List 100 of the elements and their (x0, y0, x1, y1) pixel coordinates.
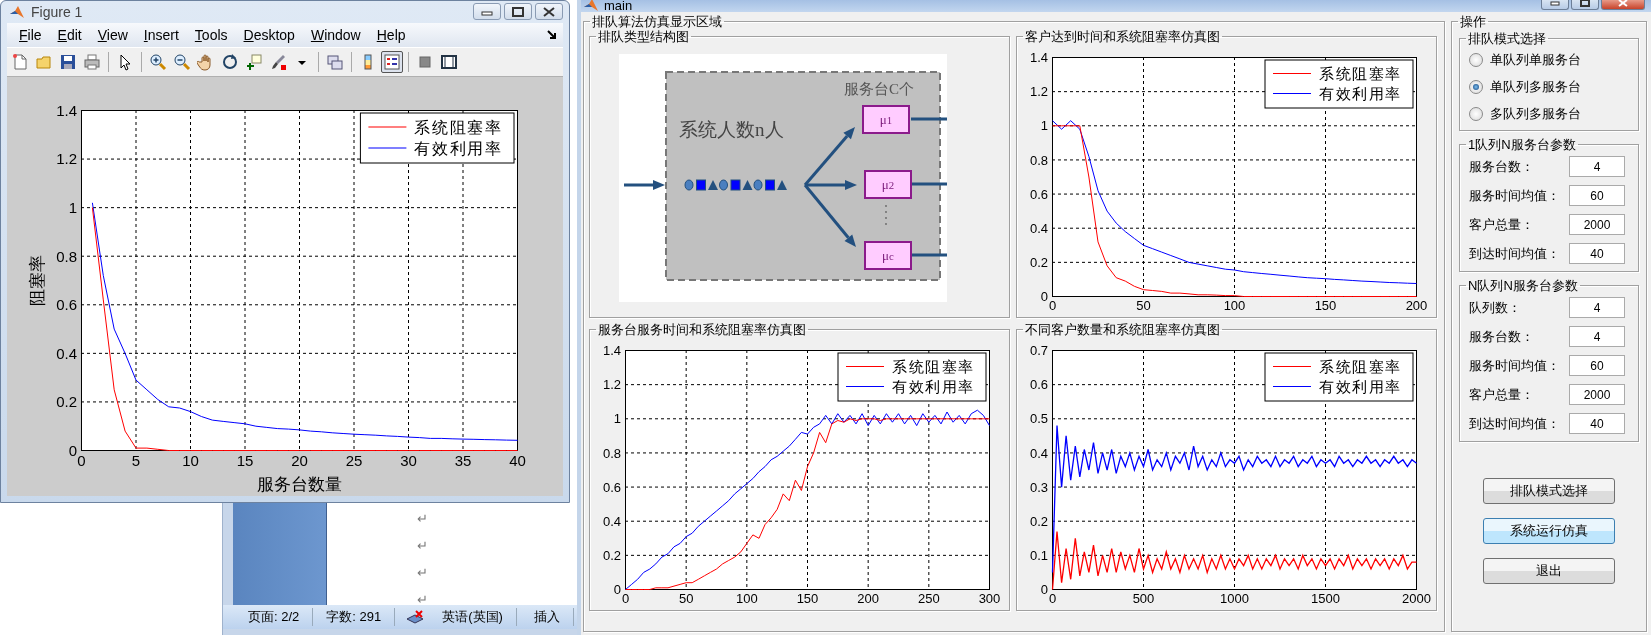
maximize-icon (512, 6, 524, 17)
maximize-button[interactable] (504, 3, 532, 20)
tick-label: 0.8 (602, 445, 621, 461)
legend-icon[interactable] (381, 51, 403, 73)
input-field[interactable]: 4 (1569, 156, 1625, 177)
tick-label: 0.4 (1029, 220, 1048, 236)
menu-item[interactable]: Tools (186, 27, 236, 43)
input-field[interactable]: 60 (1569, 185, 1625, 206)
input-field[interactable]: 4 (1569, 326, 1625, 347)
field-label: 到达时间均值： (1469, 244, 1561, 263)
tick-label: 5 (131, 452, 141, 469)
tick-label: 1 (1040, 118, 1048, 134)
input-field[interactable]: 40 (1569, 413, 1625, 434)
tick-label: 30 (400, 452, 417, 469)
app-icon (583, 0, 599, 12)
option-label: 多队列多服务台 (1490, 104, 1581, 123)
tick-label: 35 (454, 452, 472, 469)
tick-label: 1.2 (1029, 84, 1048, 100)
group-title: 排队算法仿真显示区域 (591, 14, 723, 29)
tick-label: 0.1 (1029, 548, 1048, 564)
zoom-out-icon[interactable] (171, 51, 193, 73)
tick-label: 150 (1314, 298, 1337, 313)
tick-label: 1.2 (56, 150, 77, 168)
print-icon[interactable] (81, 51, 103, 73)
exit-button[interactable]: 退出 (1483, 558, 1615, 584)
menu-item[interactable]: Edit (49, 27, 90, 43)
field-label: 服务台数： (1469, 157, 1535, 176)
input-field[interactable]: 2000 (1569, 214, 1625, 235)
field-label: 服务时间均值： (1469, 356, 1561, 375)
tick-label: 0 (1048, 298, 1057, 313)
legend-label: 系统阻塞率 (1319, 358, 1402, 376)
legend-line (845, 365, 885, 368)
tick-label: 300 (978, 591, 1001, 606)
tick-label: 0.4 (1029, 445, 1048, 461)
menu-item[interactable]: Desktop (235, 27, 303, 43)
field-label: 队列数： (1469, 298, 1522, 317)
radio-button[interactable] (1469, 106, 1483, 121)
tick-label: 1.2 (602, 377, 621, 393)
status-item: 字数: 291 (313, 608, 396, 626)
tick-label: 0.4 (602, 513, 621, 529)
tick-label: 150 (796, 591, 819, 606)
option-label: 单队列多服务台 (1490, 77, 1581, 96)
input-field[interactable]: 40 (1569, 243, 1625, 264)
tick-label: 25 (345, 452, 363, 469)
paragraph-mark: ↵ (417, 591, 429, 609)
axis-label: 阻塞率 (28, 254, 47, 306)
tick-label: 20 (291, 452, 308, 469)
tick-label: 0.2 (56, 393, 77, 411)
legend-label: 系统阻塞率 (1319, 65, 1402, 83)
field-label: 服务台数： (1469, 327, 1535, 346)
menu-item[interactable]: File (11, 27, 50, 43)
group-title: 排队类型结构图 (597, 29, 690, 44)
close-button[interactable] (535, 3, 563, 20)
legend-label: 有效利用率 (1319, 85, 1402, 103)
maximize-button[interactable] (1571, 0, 1599, 10)
tick-label: 2000 (1402, 591, 1431, 606)
close-icon (1618, 0, 1628, 7)
zoom-in-icon[interactable] (147, 51, 169, 73)
input-field[interactable]: 2000 (1569, 384, 1625, 405)
tick-label: 1.4 (1029, 50, 1048, 66)
tick-label: 0 (613, 582, 621, 598)
status-item: 页面: 2/2 (235, 608, 314, 626)
legend-line (1272, 72, 1312, 75)
tick-label: 1.4 (56, 101, 77, 119)
legend-line (1272, 385, 1312, 388)
input-arrow (624, 180, 665, 190)
input-field[interactable]: 4 (1569, 297, 1625, 318)
tick-label: 100 (1223, 298, 1246, 313)
input-field[interactable]: 60 (1569, 355, 1625, 376)
legend-label: 有效利用率 (1319, 378, 1402, 396)
legend-label: 系统阻塞率 (892, 358, 975, 376)
legend-line (1272, 92, 1312, 95)
menu-item[interactable]: Insert (135, 27, 187, 43)
menu-item[interactable]: Help (368, 27, 414, 43)
tick-label: 50 (678, 591, 694, 606)
radio-button[interactable] (1469, 79, 1483, 94)
radio-button[interactable] (1469, 52, 1483, 67)
tick-label: 40 (509, 452, 526, 469)
tick-label: 250 (918, 591, 940, 606)
tick-label: 10 (182, 452, 199, 469)
field-label: 到达时间均值： (1469, 414, 1561, 433)
dock-arrow-icon[interactable] (547, 30, 557, 40)
status-item[interactable]: 插入 (520, 608, 574, 626)
field-label: 客户总量： (1469, 385, 1535, 404)
group-title: 1队列N服务台参数 (1467, 137, 1577, 152)
minimize-button[interactable] (1541, 0, 1569, 10)
tick-label: 0.6 (56, 296, 77, 314)
menu-item[interactable]: View (89, 27, 136, 43)
tick-label: 0 (1040, 289, 1048, 305)
tick-label: 0.2 (602, 548, 621, 564)
tick-label: 0 (77, 452, 86, 469)
mode-select-button[interactable]: 排队模式选择 (1483, 478, 1615, 504)
tick-label: 0 (1040, 582, 1048, 598)
tick-label: 1 (613, 411, 621, 427)
app-icon (9, 5, 25, 19)
menu-item[interactable]: Window (302, 27, 369, 43)
run-simulation-button[interactable]: 系统运行仿真 (1483, 518, 1615, 544)
legend-line (367, 147, 407, 149)
tick-label: 0.7 (1029, 343, 1048, 359)
paragraph-mark: ↵ (417, 537, 429, 555)
